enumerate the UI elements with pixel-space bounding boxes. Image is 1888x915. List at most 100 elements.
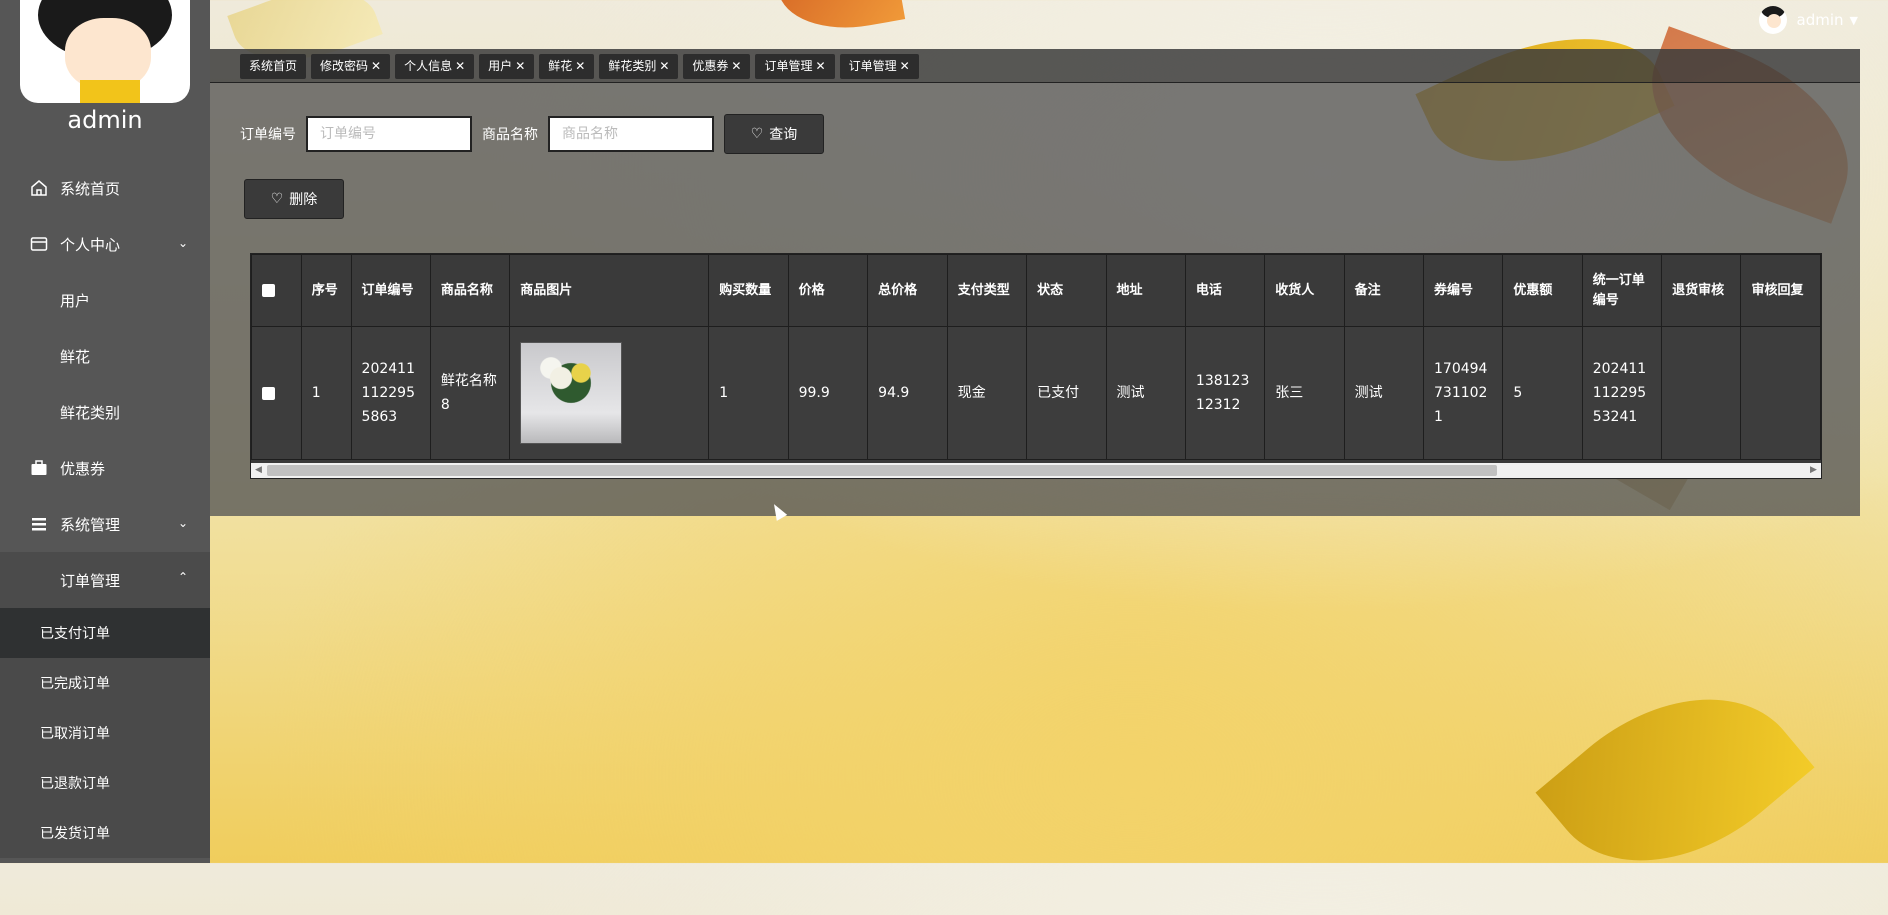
select-all-checkbox[interactable] [262, 283, 275, 297]
sidebar-item-system-management[interactable]: 系统管理 ⌄ [0, 496, 210, 552]
tab-label: 优惠券 [692, 59, 729, 73]
column-header: 电话 [1184, 254, 1266, 327]
sidebar-item-coupons[interactable]: 优惠券 [0, 440, 210, 496]
table-header-row: 序号 订单编号 商品名称 商品图片 购买数量 价格 总价格 支付类型 状态 地址… [251, 254, 1821, 327]
select-all-cell [251, 254, 302, 327]
goods-name-input[interactable] [548, 116, 714, 152]
tab-flower-category[interactable]: 鲜花类别 ✕ [599, 54, 679, 79]
column-header: 商品图片 [509, 254, 710, 327]
column-header: 审核回复 [1740, 254, 1821, 327]
sidebar-username: admin [67, 106, 143, 134]
scroll-right-icon[interactable]: ▶ [1806, 463, 1821, 478]
sidebar-item-label: 用户 [60, 291, 91, 310]
order-submenu: 已支付订单 已完成订单 已取消订单 已退款订单 已发货订单 [0, 608, 210, 858]
table-row[interactable]: 1 2024111122955863 鲜花名称8 1 99.9 94.9 现金 … [251, 326, 1821, 460]
sidebar-item-label: 鲜花 [60, 347, 91, 366]
close-icon[interactable]: ✕ [659, 54, 669, 79]
tab-home[interactable]: 系统首页 [240, 54, 307, 79]
caret-down-icon: ▼ [1849, 13, 1858, 27]
column-header: 购买数量 [708, 254, 789, 327]
column-header: 总价格 [867, 254, 948, 327]
sidebar-item-label: 鲜花类别 [60, 403, 121, 422]
order-no-input[interactable] [306, 116, 472, 152]
chevron-up-icon: ⌃ [177, 570, 188, 584]
close-icon[interactable]: ✕ [816, 54, 826, 79]
user-menu[interactable]: admin ▼ [1758, 6, 1858, 34]
sidebar-item-order-management[interactable]: 订单管理 ⌃ [0, 552, 210, 608]
cell-status: 已支付 [1026, 326, 1107, 460]
tab-label: 订单管理 [848, 59, 897, 73]
cell-remark: 测试 [1343, 326, 1425, 460]
close-icon[interactable]: ✕ [515, 54, 525, 79]
tab-order-management[interactable]: 订单管理 ✕ [755, 54, 835, 79]
cell-quantity: 1 [708, 326, 789, 460]
list-icon [32, 518, 46, 531]
close-icon[interactable]: ✕ [371, 54, 381, 79]
tab-users[interactable]: 用户 ✕ [479, 54, 535, 79]
cell-goods-name: 鲜花名称8 [429, 326, 511, 460]
cell-address: 测试 [1105, 326, 1186, 460]
scroll-left-icon[interactable]: ◀ [251, 463, 266, 478]
grid-icon [30, 571, 48, 589]
submenu-item-shipped-orders[interactable]: 已发货订单 [0, 808, 210, 858]
sidebar: admin 系统首页 个人中心 ⌄ 用户 鲜花 鲜花类别 优惠券 系统管理 ⌄ … [0, 0, 210, 863]
tab-label: 修改密码 [320, 59, 369, 73]
cell-return-review [1661, 326, 1742, 460]
sidebar-item-home[interactable]: 系统首页 [0, 160, 210, 216]
cell-index: 1 [300, 326, 352, 460]
tab-coupons[interactable]: 优惠券 ✕ [683, 54, 751, 79]
cell-price: 99.9 [787, 326, 869, 460]
home-icon [31, 180, 47, 196]
sidebar-item-flower-category[interactable]: 鲜花类别 [0, 384, 210, 440]
cell-receiver: 张三 [1264, 326, 1345, 460]
decorative-leaf [1535, 644, 1815, 915]
sidebar-menu: 系统首页 个人中心 ⌄ 用户 鲜花 鲜花类别 优惠券 系统管理 ⌄ 订单管理 ⌃… [0, 160, 210, 858]
horizontal-scrollbar[interactable]: ◀ ▶ [251, 463, 1821, 478]
close-icon[interactable]: ✕ [900, 54, 910, 79]
close-icon[interactable]: ✕ [575, 54, 585, 79]
grid-icon [30, 403, 48, 421]
sidebar-item-label: 系统首页 [60, 179, 121, 198]
column-header: 状态 [1026, 254, 1107, 327]
sidebar-item-label: 个人中心 [60, 235, 121, 254]
close-icon[interactable]: ✕ [731, 54, 741, 79]
column-header: 优惠额 [1502, 254, 1583, 327]
tab-label: 鲜花类别 [608, 59, 657, 73]
submenu-item-cancelled-orders[interactable]: 已取消订单 [0, 708, 210, 758]
cell-goods-image [509, 326, 710, 460]
tab-flowers[interactable]: 鲜花 ✕ [539, 54, 595, 79]
tab-label: 个人信息 [404, 59, 453, 73]
query-button[interactable]: ♡ 查询 [724, 114, 824, 154]
sidebar-item-label: 订单管理 [60, 571, 121, 590]
column-header: 价格 [787, 254, 869, 327]
tab-personal-info[interactable]: 个人信息 ✕ [395, 54, 475, 79]
heart-icon: ♡ [270, 191, 284, 207]
sidebar-item-flowers[interactable]: 鲜花 [0, 328, 210, 384]
column-header: 地址 [1105, 254, 1186, 327]
cell-unified-no: 2024111122955324​1 [1581, 326, 1663, 460]
tab-order-management-2[interactable]: 订单管理 ✕ [839, 54, 919, 79]
row-checkbox[interactable] [262, 386, 275, 400]
cell-order-no: 2024111122955863 [350, 326, 431, 460]
scrollbar-thumb[interactable] [267, 465, 1497, 476]
column-header: 退货审核 [1661, 254, 1742, 327]
submenu-item-paid-orders[interactable]: 已支付订单 [0, 608, 210, 658]
column-header: 券编号 [1423, 254, 1504, 327]
delete-button[interactable]: ♡ 删除 [244, 179, 344, 219]
sidebar-item-users[interactable]: 用户 [0, 272, 210, 328]
cell-discount: 5 [1502, 326, 1583, 460]
submenu-item-completed-orders[interactable]: 已完成订单 [0, 658, 210, 708]
tab-label: 用户 [488, 59, 513, 73]
sidebar-item-personal-center[interactable]: 个人中心 ⌄ [0, 216, 210, 272]
close-icon[interactable]: ✕ [455, 54, 465, 79]
column-header: 统一订单编号 [1581, 254, 1663, 327]
chevron-down-icon: ⌄ [177, 236, 188, 250]
column-header: 支付类型 [946, 254, 1028, 327]
tab-change-password[interactable]: 修改密码 ✕ [311, 54, 391, 79]
sidebar-item-label: 系统管理 [60, 515, 121, 534]
submenu-item-refunded-orders[interactable]: 已退款订单 [0, 758, 210, 808]
sidebar-item-label: 优惠券 [60, 459, 106, 478]
main-content: 订单编号 商品名称 ♡ 查询 ♡ 删除 序号 订单编号 商品名称 商品图片 购买… [210, 83, 1860, 516]
order-no-label: 订单编号 [240, 127, 296, 143]
product-image[interactable] [520, 342, 623, 444]
